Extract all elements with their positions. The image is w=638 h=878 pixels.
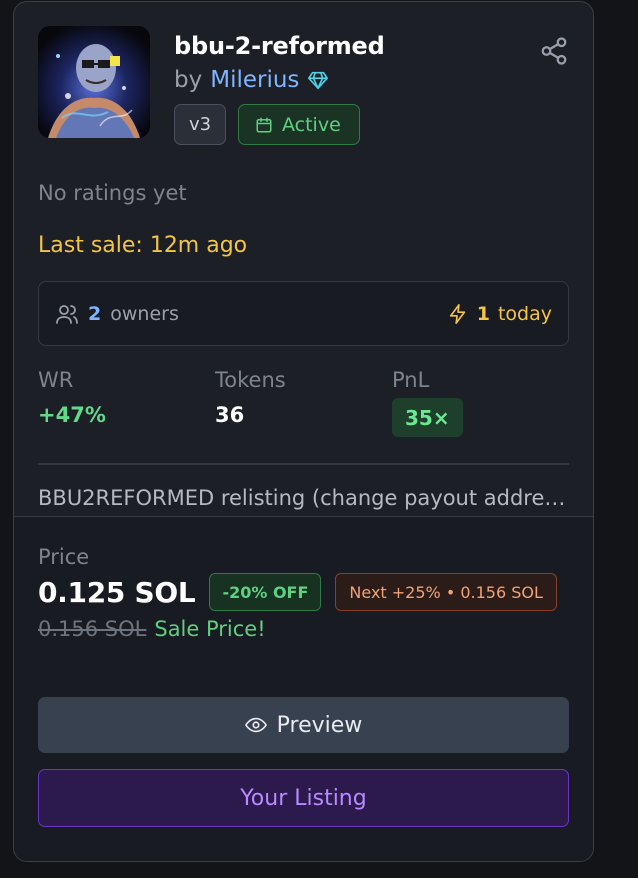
status-badge: Active <box>238 104 360 145</box>
listing-avatar[interactable] <box>38 26 150 138</box>
by-label: by <box>174 67 203 93</box>
share-icon[interactable] <box>539 36 569 66</box>
preview-button[interactable]: Preview <box>38 697 569 753</box>
users-icon <box>55 302 79 326</box>
stat-tokens: Tokens 36 <box>215 366 392 437</box>
next-price-badge: Next +25% • 0.156 SOL <box>335 573 557 611</box>
stat-label: Tokens <box>215 368 286 392</box>
card-header-section: bbu-2-reformed by Milerius v3 Active No … <box>14 2 593 516</box>
old-price-row: 0.156 SOL Sale Price! <box>38 617 569 641</box>
price-label: Price <box>38 545 90 569</box>
price-row: 0.125 SOL -20% OFF Next +25% • 0.156 SOL <box>38 573 569 611</box>
eye-icon <box>244 714 267 736</box>
owners-label: owners <box>110 302 179 325</box>
stats-row: WR +47% Tokens 36 PnL 35× <box>38 366 569 437</box>
your-listing-button[interactable]: Your Listing <box>38 769 569 827</box>
owners-box: 2 owners 1 today <box>38 281 569 346</box>
stat-value: +47% <box>38 403 106 427</box>
version-badge: v3 <box>174 104 226 145</box>
listing-description: BBU2REFORMED relisting (change payout ad… <box>38 485 570 510</box>
lightning-icon <box>447 303 469 325</box>
author-link[interactable]: Milerius <box>210 65 299 95</box>
diamond-icon <box>307 69 329 91</box>
stat-label: PnL <box>392 368 430 392</box>
stat-value: 36 <box>215 403 245 427</box>
header-info: bbu-2-reformed by Milerius v3 Active <box>174 26 569 145</box>
activity-label: today <box>497 302 552 325</box>
listing-card: bbu-2-reformed by Milerius v3 Active No … <box>13 1 594 862</box>
stat-wr: WR +47% <box>38 366 215 437</box>
pnl-badge: 35× <box>392 398 463 437</box>
preview-label: Preview <box>276 712 363 738</box>
status-label: Active <box>282 113 341 136</box>
card-header: bbu-2-reformed by Milerius v3 Active <box>38 26 569 145</box>
current-price: 0.125 SOL <box>38 575 196 609</box>
ratings-text: No ratings yet <box>38 181 187 205</box>
activity-info: 1 today <box>447 303 552 325</box>
last-sale: Last sale: 12m ago <box>38 233 248 258</box>
stat-label: WR <box>38 368 74 392</box>
divider <box>38 463 569 465</box>
sale-label: Sale Price! <box>154 617 266 641</box>
pricing-section: Price 0.125 SOL -20% OFF Next +25% • 0.1… <box>14 516 593 861</box>
owners-count: 2 <box>88 302 102 325</box>
byline: by Milerius <box>174 65 569 95</box>
old-price: 0.156 SOL <box>38 617 147 641</box>
owners-info: 2 owners <box>55 302 179 326</box>
badges: v3 Active <box>174 104 569 145</box>
activity-count: 1 <box>476 302 490 325</box>
listing-title: bbu-2-reformed <box>174 32 385 60</box>
calendar-icon <box>255 116 273 134</box>
stat-pnl: PnL 35× <box>392 366 569 437</box>
discount-badge: -20% OFF <box>209 573 322 611</box>
